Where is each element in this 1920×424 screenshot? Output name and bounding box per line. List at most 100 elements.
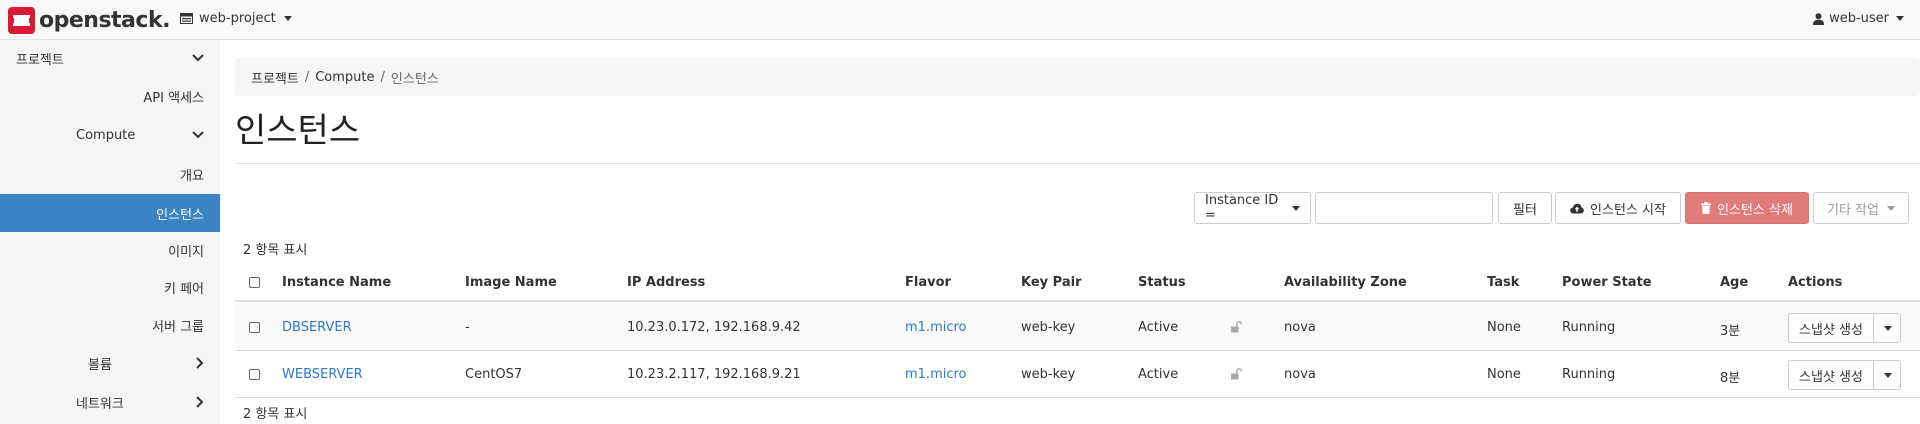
more-actions-label: 기타 작업 [1827,202,1879,218]
chevron-down-icon [192,131,204,139]
sidebar-item-server-groups[interactable]: 서버 그룹 [0,307,220,343]
instance-name-link[interactable]: DBSERVER [282,320,352,335]
column-header[interactable]: Instance Name [282,275,391,290]
row-actions-dropdown[interactable] [1873,360,1901,390]
column-header[interactable]: Image Name [465,275,557,290]
user-menu[interactable]: web-user [1813,11,1904,26]
ip-address: 10.23.0.172, 192.168.9.42 [627,320,801,335]
sidebar-item-volumes[interactable]: 볼륨 [0,345,220,381]
sidebar-item-overview[interactable]: 개요 [0,156,220,192]
create-snapshot-button[interactable]: 스냅샷 생성 [1788,360,1874,390]
launch-instance-button[interactable]: 인스턴스 시작 [1555,192,1681,224]
chevron-down-icon [1883,372,1892,378]
sidebar-item-label: 키 페어 [163,281,204,297]
sidebar-item-api-access[interactable]: API 액세스 [0,78,220,114]
sidebar-item-label: 볼륨 [88,357,112,373]
row-actions-dropdown[interactable] [1873,313,1901,343]
chevron-down-icon [283,16,292,21]
sidebar-item-images[interactable]: 이미지 [0,232,220,268]
column-header[interactable]: Flavor [905,275,951,290]
sidebar-item-compute[interactable]: Compute [0,117,220,153]
sidebar-item-label: 네트워크 [76,396,124,412]
sidebar: 프로젝트 API 액세스 Compute 개요 인스턴스 이미지 키 페어 서버… [0,40,220,424]
project-name: web-project [199,11,276,26]
image-name: - [465,320,470,335]
row-actions: 스냅샷 생성 [1788,360,1901,390]
unlock-icon[interactable] [1230,368,1242,380]
chevron-right-icon [196,396,204,408]
chevron-down-icon [192,54,204,62]
status: Active [1138,320,1179,335]
sidebar-item-label: 이미지 [168,244,204,260]
chevron-down-icon [1886,205,1895,211]
breadcrumb-compute[interactable]: Compute [315,70,374,85]
column-header[interactable]: Age [1720,275,1748,290]
trash-icon [1701,202,1712,214]
filter-button-label: 필터 [1513,202,1537,218]
age: 3분 [1720,324,1741,339]
user-icon [1813,12,1825,25]
sidebar-item-network[interactable]: 네트워크 [0,384,220,420]
main-content: 프로젝트 / Compute / 인스턴스 인스턴스 Instance ID =… [235,40,1920,424]
column-header: Actions [1788,275,1843,290]
breadcrumb-separator: / [304,69,310,85]
breadcrumb-project[interactable]: 프로젝트 [251,68,299,87]
project-selector[interactable]: web-project [180,11,292,26]
sidebar-item-label: 인스턴스 [156,207,204,223]
create-snapshot-button[interactable]: 스냅샷 생성 [1788,313,1874,343]
column-header[interactable]: Status [1138,275,1186,290]
key-pair: web-key [1021,320,1076,335]
user-name: web-user [1829,11,1889,26]
table-row: WEBSERVER CentOS7 10.23.2.117, 192.168.9… [235,351,1920,398]
breadcrumb: 프로젝트 / Compute / 인스턴스 [235,58,1920,96]
cloud-upload-icon [1570,203,1584,213]
flavor-link[interactable]: m1.micro [905,320,967,335]
chevron-down-icon [1883,325,1892,331]
logo-wordmark: openstack. [39,7,170,33]
sidebar-item-label: Compute [76,127,136,143]
filter-button[interactable]: 필터 [1498,192,1552,224]
project-icon [180,13,193,24]
column-header[interactable]: Task [1487,275,1519,290]
filter-field-select[interactable]: Instance ID = [1194,192,1311,224]
openstack-logo[interactable]: openstack. [8,6,170,34]
top-navbar: openstack. web-project web-user [0,0,1920,40]
item-count-top: 2 항목 표시 [243,243,308,258]
row-checkbox[interactable] [249,322,260,333]
key-pair: web-key [1021,367,1076,382]
more-actions-button[interactable]: 기타 작업 [1813,192,1909,224]
title-divider [235,163,1920,164]
launch-instance-label: 인스턴스 시작 [1590,202,1666,218]
power-state: Running [1562,320,1616,335]
chevron-down-icon [1292,205,1300,211]
column-header[interactable]: IP Address [627,275,705,290]
sidebar-item-label: 개요 [180,168,204,184]
image-name: CentOS7 [465,367,523,382]
column-header[interactable]: Power State [1562,275,1652,290]
sidebar-item-label: API 액세스 [143,90,204,106]
sidebar-item-project[interactable]: 프로젝트 [0,40,220,76]
sidebar-item-label: 프로젝트 [16,52,64,68]
delete-instances-button[interactable]: 인스턴스 삭제 [1685,192,1809,224]
flavor-link[interactable]: m1.micro [905,367,967,382]
delete-instances-label: 인스턴스 삭제 [1717,202,1793,218]
row-actions: 스냅샷 생성 [1788,313,1901,343]
search-input[interactable] [1315,192,1493,224]
row-checkbox[interactable] [249,369,260,380]
column-header[interactable]: Availability Zone [1284,275,1407,290]
unlock-icon[interactable] [1230,321,1242,333]
sidebar-item-key-pairs[interactable]: 키 페어 [0,269,220,305]
openstack-logo-icon [8,6,35,34]
task: None [1487,320,1521,335]
instance-name-link[interactable]: WEBSERVER [282,367,363,382]
column-header[interactable]: Key Pair [1021,275,1081,290]
task: None [1487,367,1521,382]
page-title: 인스턴스 [235,111,361,151]
breadcrumb-current: 인스턴스 [390,71,439,87]
breadcrumb-separator: / [380,69,385,85]
power-state: Running [1562,367,1616,382]
sidebar-item-instances[interactable]: 인스턴스 [0,194,220,232]
select-all-checkbox[interactable] [249,277,260,288]
chevron-right-icon [196,357,204,369]
table-header: Instance Name Image Name IP Address Flav… [235,262,1920,302]
